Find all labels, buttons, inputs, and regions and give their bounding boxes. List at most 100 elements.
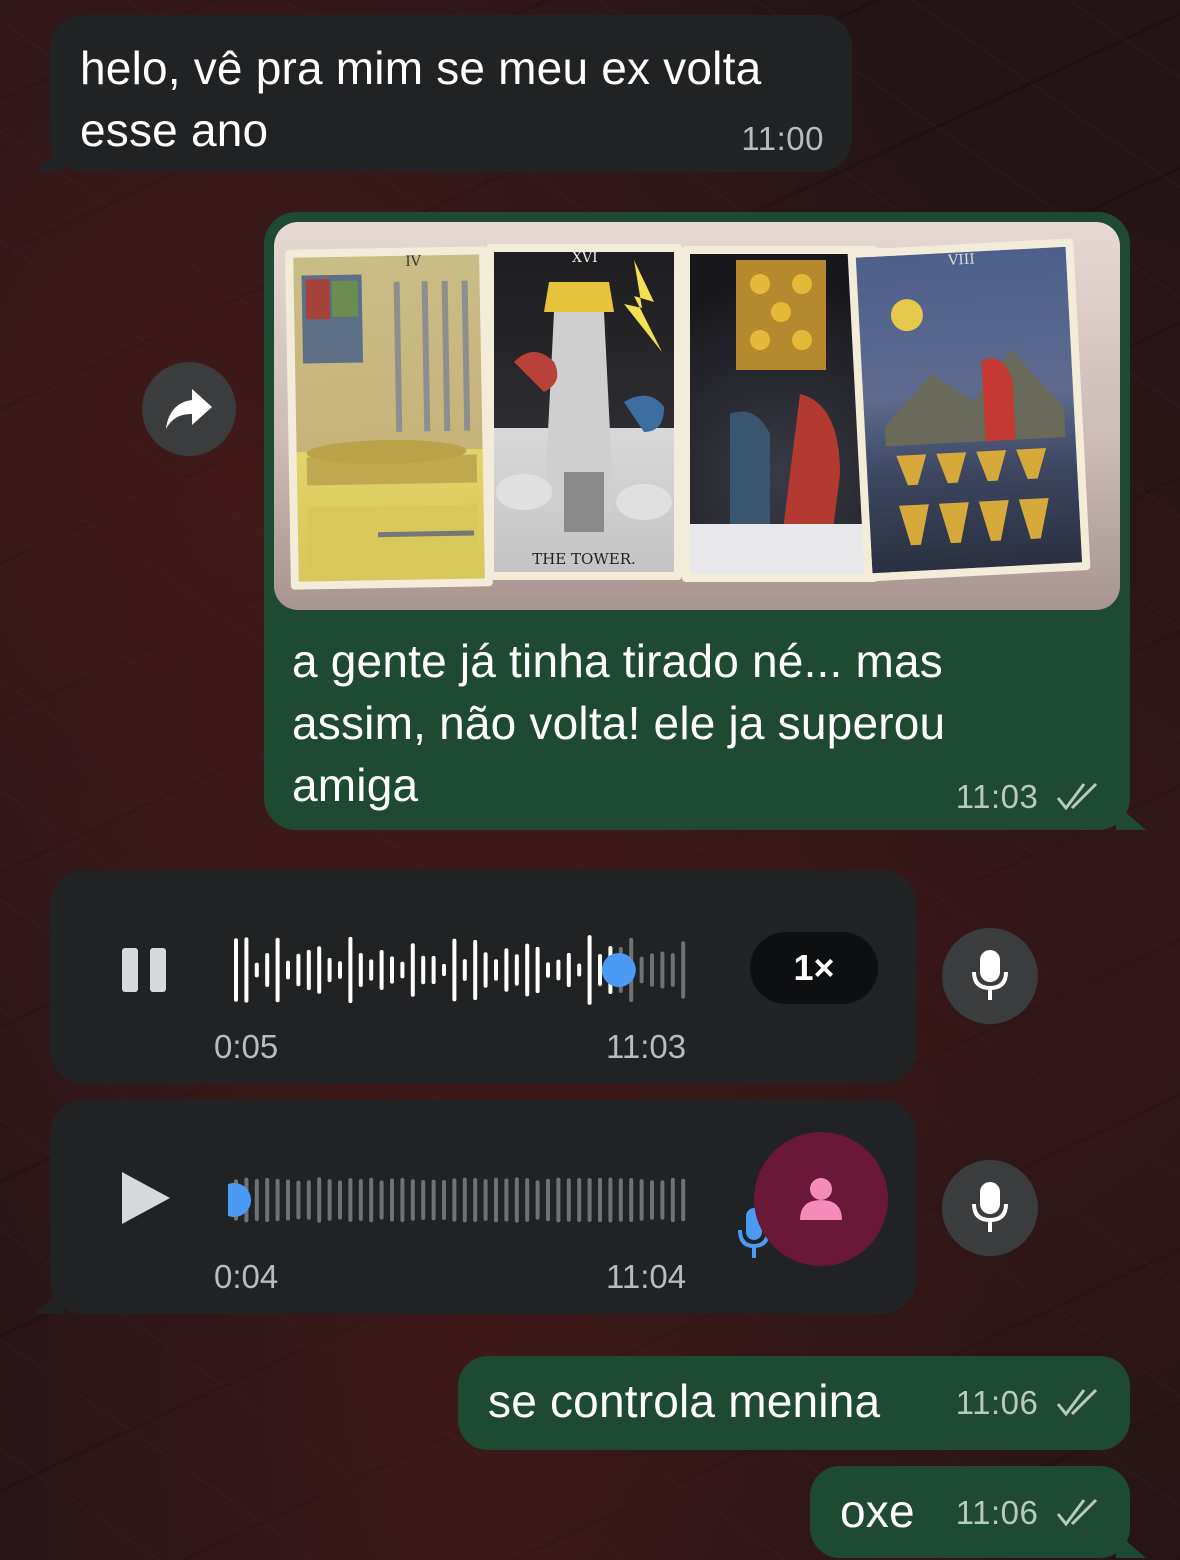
message-time-with-status: 11:03 <box>956 778 1100 816</box>
message-time: 11:03 <box>606 1028 687 1065</box>
card-numeral: IV <box>405 253 422 270</box>
voice-duration: 0:05 <box>214 1028 279 1065</box>
waveform-bar <box>660 951 665 989</box>
bubble-tail <box>34 1288 64 1314</box>
tarot-card-five-of-pentacles <box>682 246 878 582</box>
waveform-bar <box>442 963 446 977</box>
waveform-bar <box>369 959 374 981</box>
waveform-bar <box>452 1178 457 1222</box>
waveform-bar <box>358 1178 363 1222</box>
pause-icon <box>122 948 166 992</box>
card-numeral: VIII <box>947 251 976 269</box>
waveform-bar <box>577 963 582 977</box>
waveform-bar <box>286 1179 290 1221</box>
waveform-bar <box>275 937 280 1003</box>
forward-button[interactable] <box>142 362 236 456</box>
waveform-bar <box>317 1177 322 1223</box>
waveform-bar <box>348 936 353 1004</box>
waveform-bar <box>587 1178 592 1222</box>
message-text: helo, vê pra mim se meu ex volta esse an… <box>80 42 762 156</box>
bubble-tail <box>34 146 64 172</box>
double-check-icon <box>1056 782 1098 810</box>
waveform-bar <box>514 1177 519 1223</box>
waveform-bar <box>681 1178 686 1222</box>
waveform-bar <box>546 1178 550 1222</box>
voice-message-bubble[interactable]: 1× 0:05 11:03 <box>50 870 916 1084</box>
waveform-bar <box>483 952 488 988</box>
transcribe-voice-button[interactable] <box>942 1160 1038 1256</box>
waveform-bar <box>494 959 498 981</box>
waveform-bar <box>348 1178 353 1222</box>
waveform-bar <box>296 953 301 987</box>
person-icon <box>800 1178 842 1220</box>
waveform-bar <box>462 959 467 981</box>
waveform-bar <box>410 1179 415 1221</box>
sender-avatar[interactable] <box>754 1132 888 1266</box>
forward-arrow-icon <box>166 389 212 429</box>
waveform-bar <box>306 949 311 991</box>
waveform-bar <box>244 937 249 1003</box>
card-numeral: XVI <box>572 250 598 266</box>
waveform-bar <box>275 1178 280 1222</box>
waveform-bar <box>670 953 675 987</box>
waveform-bar <box>670 1177 675 1223</box>
incoming-message-bubble[interactable]: helo, vê pra mim se meu ex volta esse an… <box>34 15 852 172</box>
tarot-cards-photo[interactable]: IV XVI THE TOWER. VIII <box>274 222 1120 610</box>
playback-scrubber[interactable] <box>601 953 636 987</box>
microphone-icon <box>972 1182 1008 1232</box>
waveform-bar <box>390 956 394 984</box>
waveform-bar <box>338 961 342 979</box>
tarot-card-the-tower: XVI THE TOWER. <box>486 244 682 580</box>
waveform-bar <box>483 1179 488 1221</box>
waveform-bar <box>525 1178 530 1222</box>
voice-waveform[interactable] <box>228 930 698 1010</box>
pause-button[interactable] <box>120 946 170 999</box>
waveform-bar <box>650 953 654 987</box>
waveform-bar <box>265 953 270 987</box>
waveform-bar <box>431 955 436 985</box>
waveform-bar <box>660 1180 665 1220</box>
outgoing-photo-message[interactable]: IV XVI THE TOWER. VIII a gente já tinha … <box>264 212 1146 830</box>
waveform-bar <box>306 1180 311 1220</box>
card-label: THE TOWER. <box>532 550 636 568</box>
outgoing-message-bubble[interactable]: oxe 11:06 <box>810 1466 1146 1558</box>
double-check-icon <box>1056 1498 1098 1526</box>
waveform-bar <box>514 954 519 986</box>
waveform-bar <box>556 959 561 981</box>
waveform-bar <box>587 935 592 1005</box>
outgoing-message-bubble[interactable]: se controla menina 11:06 <box>458 1356 1130 1450</box>
waveform-bar <box>265 1177 270 1223</box>
message-time: 11:06 <box>955 1384 1039 1421</box>
waveform-bar <box>421 955 426 985</box>
waveform-bar <box>400 961 405 979</box>
waveform-bar <box>254 962 259 978</box>
waveform-bar <box>608 1177 613 1223</box>
waveform-bar <box>379 1180 384 1220</box>
play-button[interactable] <box>120 1170 172 1231</box>
tarot-card-eight-of-cups: VIII <box>847 238 1091 582</box>
waveform-bar <box>546 962 550 978</box>
waveform-bar <box>234 938 238 1002</box>
transcribe-voice-button[interactable] <box>942 928 1038 1024</box>
waveform-bar <box>327 957 332 983</box>
message-time: 11:06 <box>955 1494 1039 1531</box>
waveform-bar <box>442 1180 446 1220</box>
voice-waveform[interactable] <box>228 1160 698 1240</box>
waveform-bar <box>317 946 322 994</box>
waveform-bar <box>369 1177 374 1223</box>
waveform-bar <box>494 1177 498 1223</box>
waveform-bar <box>296 1180 301 1220</box>
waveform-bar <box>681 941 686 999</box>
message-time-with-status: 11:06 <box>956 1384 1100 1422</box>
waveform-bar <box>254 1178 259 1222</box>
waveform-bar <box>452 938 457 1002</box>
voice-duration: 0:04 <box>214 1258 279 1295</box>
message-text: oxe <box>840 1485 915 1537</box>
waveform-bar <box>286 960 290 980</box>
double-check-icon <box>1056 1388 1098 1416</box>
waveform-bar <box>462 1177 467 1223</box>
waveform-bar <box>421 1180 426 1220</box>
message-time-with-status: 11:06 <box>956 1494 1100 1532</box>
playback-speed-button[interactable]: 1× <box>750 932 878 1004</box>
waveform-bar <box>535 946 540 994</box>
